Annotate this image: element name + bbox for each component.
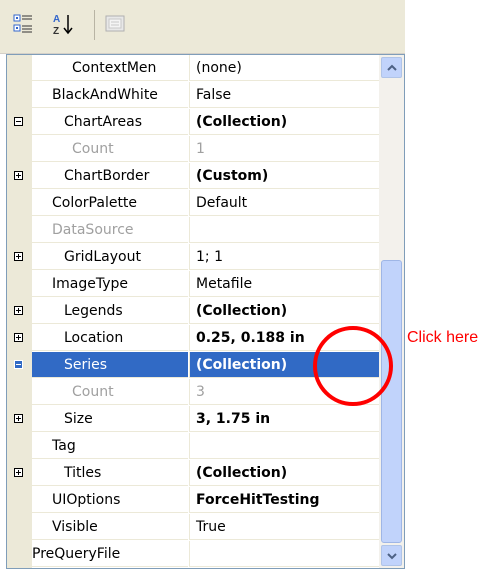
property-value[interactable]: False — [189, 82, 379, 108]
property-name[interactable]: UIOptions — [32, 487, 188, 513]
property-name[interactable]: ChartAreas — [32, 109, 188, 135]
property-row-count[interactable]: Count 1 — [7, 136, 379, 163]
svg-text:Z: Z — [53, 26, 59, 36]
property-name[interactable]: Series — [32, 352, 188, 378]
property-name[interactable]: ImageType — [32, 271, 188, 297]
callout-text: Click here — [407, 329, 479, 346]
property-name[interactable]: GridLayout — [32, 244, 188, 270]
property-value[interactable]: Default — [189, 190, 379, 216]
property-value[interactable]: ForceHitTesting — [189, 487, 379, 513]
property-value[interactable]: 1; 1 — [189, 244, 379, 270]
vertical-scrollbar[interactable] — [379, 55, 404, 568]
property-value[interactable] — [189, 433, 379, 459]
property-name[interactable]: ChartBorder — [32, 163, 188, 189]
collapse-icon[interactable] — [14, 117, 23, 126]
toolbar-separator — [94, 10, 95, 40]
property-value[interactable]: (Collection) — [189, 109, 379, 135]
property-value[interactable]: True — [189, 514, 379, 540]
property-row-gridlayout[interactable]: GridLayout 1; 1 — [7, 244, 379, 271]
property-value[interactable]: Metafile — [189, 271, 379, 297]
property-name[interactable]: Visible — [32, 514, 188, 540]
property-value[interactable]: 3, 1.75 in — [189, 406, 379, 432]
property-value[interactable] — [189, 541, 379, 567]
property-value[interactable]: (Custom) — [189, 163, 379, 189]
property-row-datasource[interactable]: DataSource — [7, 217, 379, 244]
property-name[interactable]: Titles — [32, 460, 188, 486]
callout-circle — [313, 326, 393, 406]
property-row-contextmen[interactable]: ContextMen (none) — [7, 55, 379, 82]
property-row-imagetype[interactable]: ImageType Metafile — [7, 271, 379, 298]
property-value[interactable] — [189, 217, 379, 243]
property-value[interactable]: (Collection) — [189, 298, 379, 324]
property-row-blackandwhite[interactable]: BlackAndWhite False — [7, 82, 379, 109]
property-name[interactable]: PreQueryFile — [32, 541, 188, 567]
expand-icon[interactable] — [14, 468, 23, 477]
expand-icon[interactable] — [14, 414, 23, 423]
expand-icon[interactable] — [14, 252, 23, 261]
property-value[interactable]: (none) — [189, 55, 379, 81]
categorized-icon[interactable] — [12, 12, 36, 36]
property-name[interactable]: Location — [32, 325, 188, 351]
property-row-titles[interactable]: Titles (Collection) — [7, 460, 379, 487]
property-name[interactable]: ColorPalette — [32, 190, 188, 216]
property-pages-icon[interactable] — [103, 12, 127, 36]
property-value[interactable]: (Collection) — [189, 460, 379, 486]
property-value[interactable]: 1 — [189, 136, 379, 162]
expand-icon[interactable] — [14, 333, 23, 342]
property-row-colorpalette[interactable]: ColorPalette Default — [7, 190, 379, 217]
property-name[interactable]: Legends — [32, 298, 188, 324]
property-row-tag[interactable]: Tag — [7, 433, 379, 460]
property-name[interactable]: ContextMen — [32, 55, 188, 81]
property-row-chartborder[interactable]: ChartBorder (Custom) — [7, 163, 379, 190]
property-name[interactable]: DataSource — [32, 217, 188, 243]
expand-icon[interactable] — [14, 171, 23, 180]
scroll-up-icon[interactable] — [381, 57, 402, 78]
property-row-size[interactable]: Size 3, 1.75 in — [7, 406, 379, 433]
expand-icon[interactable] — [14, 306, 23, 315]
alphabetical-icon[interactable]: A Z — [52, 12, 76, 37]
property-grid-toolbar: A Z — [0, 0, 405, 54]
svg-text:A: A — [53, 14, 60, 25]
property-row-chartareas[interactable]: ChartAreas (Collection) — [7, 109, 379, 136]
property-grid: ContextMen (none) BlackAndWhite False ChartA… — [6, 54, 405, 569]
property-name[interactable]: Tag — [32, 433, 188, 459]
property-name[interactable]: Count — [32, 379, 188, 405]
property-list: ContextMen (none) BlackAndWhite False ChartA… — [7, 55, 379, 568]
property-name[interactable]: Count — [32, 136, 188, 162]
scrollbar-thumb[interactable] — [381, 260, 402, 543]
property-name[interactable]: BlackAndWhite — [32, 82, 188, 108]
property-row-legends[interactable]: Legends (Collection) — [7, 298, 379, 325]
collapse-icon[interactable] — [14, 360, 23, 369]
property-name[interactable]: Size — [32, 406, 188, 432]
scroll-down-icon[interactable] — [381, 545, 402, 566]
property-row-prequeryfile[interactable]: PreQueryFile — [7, 541, 379, 568]
property-row-visible[interactable]: Visible True — [7, 514, 379, 541]
property-row-uioptions[interactable]: UIOptions ForceHitTesting — [7, 487, 379, 514]
